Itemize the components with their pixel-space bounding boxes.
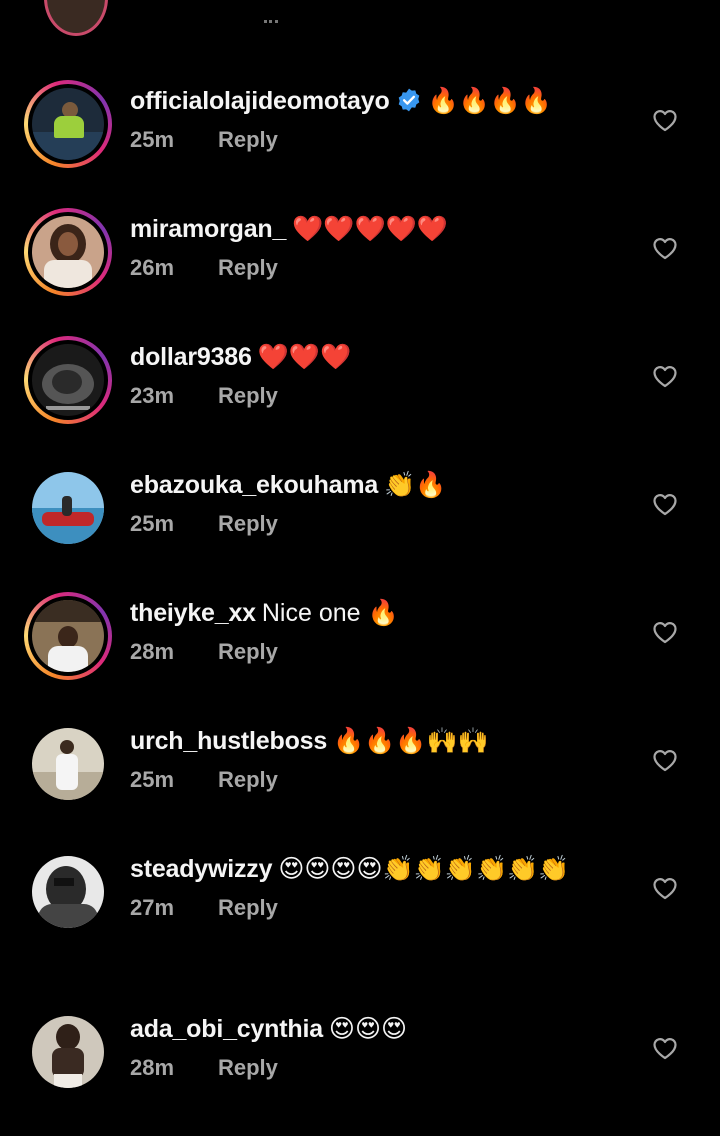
heart-outline-icon[interactable] [652,876,678,900]
comment-text: 👏🔥 [384,471,447,499]
avatar-wrapper[interactable] [24,848,112,936]
previous-comment-clipped [0,0,720,36]
reply-button[interactable]: Reply [218,894,278,922]
heart-outline-icon[interactable] [652,364,678,388]
comment-text: ❤️❤️❤️❤️❤️ [292,215,448,243]
reply-button[interactable]: Reply [218,766,278,794]
avatar-story-ring[interactable] [24,592,112,680]
comment-timestamp: 28m [130,639,175,664]
comment-username[interactable]: ebazouka_ekouhama [130,471,378,499]
comment-timestamp: 25m [130,767,175,792]
comment-username[interactable]: dollar9386 [130,343,252,371]
comment-username[interactable]: miramorgan_ [130,215,286,243]
clipped-text-fragment [264,20,278,27]
verified-badge-icon [398,88,419,112]
comment-timestamp: 23m [130,383,175,408]
avatar [32,344,104,416]
comment-text: Nice one 🔥 [261,599,399,627]
comment-text: 🔥🔥🔥🙌🙌 [333,727,489,755]
comment-timestamp: 26m [130,255,175,280]
comment-timestamp: 25m [130,511,175,536]
avatar [32,728,104,800]
avatar [32,88,104,160]
avatar [32,856,104,928]
heart-outline-icon[interactable] [652,108,678,132]
comment-timestamp: 28m [130,1055,175,1080]
comment-username[interactable]: steadywizzy [130,855,273,883]
reply-button[interactable]: Reply [218,254,278,282]
comment-username[interactable]: theiyke_xx [130,599,256,627]
comment-timestamp: 25m [130,127,175,152]
reply-button[interactable]: Reply [218,1054,278,1082]
heart-outline-icon[interactable] [652,620,678,644]
comment-username[interactable]: ada_obi_cynthia [130,1015,323,1043]
heart-outline-icon[interactable] [652,1036,678,1060]
comment-username[interactable]: officialolajideomotayo [130,87,390,115]
reply-button[interactable]: Reply [218,510,278,538]
avatar [44,0,108,36]
comment-text: 😍😍😍😍👏👏👏👏👏👏 [278,855,570,883]
avatar-story-ring[interactable] [24,80,112,168]
avatar-story-ring[interactable] [24,336,112,424]
comment-text: 🔥🔥🔥🔥 [427,87,553,115]
avatar [32,1016,104,1088]
heart-outline-icon[interactable] [652,748,678,772]
reply-button[interactable]: Reply [218,638,278,666]
comment-text: 😍😍😍 [328,1015,408,1043]
comment-text: ❤️❤️❤️ [257,343,352,371]
heart-outline-icon[interactable] [652,236,678,260]
comment-username[interactable]: urch_hustleboss [130,727,327,755]
avatar-wrapper[interactable] [24,720,112,808]
reply-button[interactable]: Reply [218,126,278,154]
reply-button[interactable]: Reply [218,382,278,410]
comment-timestamp: 27m [130,895,175,920]
avatar-wrapper[interactable] [24,1008,112,1096]
avatar [32,472,104,544]
heart-outline-icon[interactable] [652,492,678,516]
avatar-wrapper[interactable] [24,464,112,552]
avatar-story-ring[interactable] [24,208,112,296]
avatar [32,600,104,672]
avatar [32,216,104,288]
